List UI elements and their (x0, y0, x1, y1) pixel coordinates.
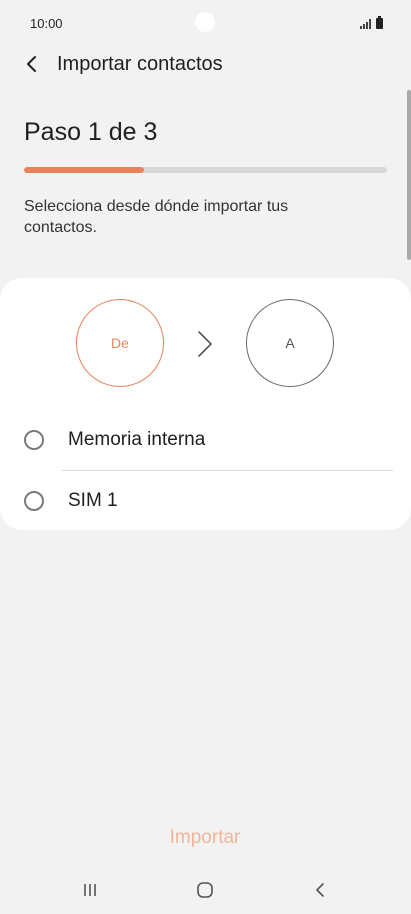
source-option-sim-1[interactable]: SIM 1 (0, 473, 411, 529)
back-icon (316, 883, 324, 897)
status-icons (360, 15, 383, 29)
chevron-right-icon (198, 331, 212, 357)
scrollbar[interactable] (407, 90, 411, 260)
home-button[interactable] (185, 876, 225, 904)
camera-cutout (195, 12, 215, 32)
step-description: Selecciona desde dónde importar tus cont… (24, 198, 289, 236)
from-circle: De (76, 299, 164, 387)
status-bar: 10:00 (0, 0, 411, 44)
step-progress-bar (24, 167, 387, 173)
radio-button[interactable] (24, 430, 44, 450)
recents-button[interactable] (70, 876, 110, 904)
back-button[interactable] (20, 50, 44, 78)
from-label: De (111, 335, 129, 351)
step-indicator: Paso 1 de 3 (24, 118, 158, 146)
to-label: A (285, 335, 295, 351)
import-button[interactable]: Importar (105, 820, 305, 856)
status-time: 10:00 (30, 16, 63, 31)
navigation-bar (0, 866, 411, 914)
radio-button[interactable] (24, 491, 44, 511)
chevron-left-icon (27, 56, 36, 72)
signal-icon (360, 19, 371, 29)
to-circle: A (246, 299, 334, 387)
step-progress-fill (24, 167, 144, 173)
source-option-label: SIM 1 (68, 490, 118, 511)
app-header: Importar contactos (0, 44, 411, 84)
source-option-internal-memory[interactable]: Memoria interna (0, 412, 411, 468)
source-selection-card: De A Memoria interna SIM 1 (0, 278, 411, 530)
recents-icon (84, 884, 96, 896)
battery-icon (376, 16, 383, 29)
source-option-label: Memoria interna (68, 429, 206, 450)
system-back-button[interactable] (300, 876, 340, 904)
divider (62, 470, 393, 471)
home-icon (197, 882, 213, 898)
page-title: Importar contactos (57, 53, 223, 75)
